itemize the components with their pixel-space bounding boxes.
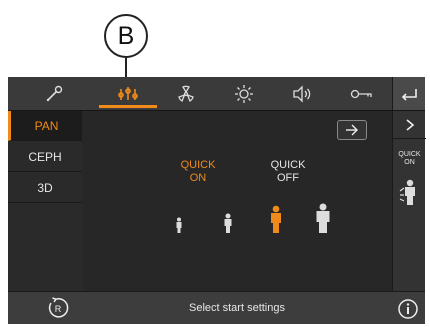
sidebar-item-label: 3D bbox=[37, 180, 53, 195]
tab-brightness[interactable] bbox=[215, 77, 273, 110]
tab-volume[interactable] bbox=[273, 77, 331, 110]
ready-r-icon: R bbox=[48, 297, 69, 318]
quick-on-line2: ON bbox=[189, 172, 207, 184]
tab-radiation[interactable] bbox=[157, 77, 215, 110]
quick-off-option[interactable]: QUICK OFF bbox=[258, 159, 318, 185]
patient-adult-status-icon bbox=[399, 179, 415, 205]
tab-tools[interactable] bbox=[8, 77, 99, 110]
sidebar-item-label: PAN bbox=[34, 118, 59, 133]
sidebar-item-3d[interactable]: 3D bbox=[8, 173, 82, 203]
callout-letter: B bbox=[117, 21, 135, 50]
wrench-icon bbox=[46, 85, 62, 101]
device-screen: PAN CEPH 3D QUICK ON QUICK OFF QUICK ON … bbox=[8, 77, 426, 324]
chevron-right-icon bbox=[405, 118, 414, 131]
brightness-icon bbox=[235, 84, 253, 103]
status-message: Select start settings bbox=[189, 302, 285, 314]
key-icon bbox=[350, 89, 372, 98]
back-button[interactable] bbox=[392, 77, 425, 110]
main-panel: QUICK ON QUICK OFF bbox=[82, 111, 392, 291]
patient-figure-child-icon[interactable] bbox=[223, 213, 233, 233]
forward-button[interactable] bbox=[337, 120, 367, 140]
right-quick-line2: ON bbox=[404, 159, 415, 166]
info-icon[interactable] bbox=[397, 298, 419, 320]
radiation-icon bbox=[178, 85, 194, 102]
quick-on-option[interactable]: QUICK ON bbox=[168, 159, 228, 185]
quick-on-line1: QUICK bbox=[180, 159, 216, 171]
sidebar-item-ceph[interactable]: CEPH bbox=[8, 142, 82, 172]
patient-positioning-icon bbox=[118, 86, 138, 100]
svg-text:R: R bbox=[55, 304, 62, 314]
forward-arrow-icon bbox=[346, 124, 358, 136]
quick-off-line1: QUICK bbox=[270, 159, 306, 171]
next-button[interactable] bbox=[393, 111, 426, 139]
patient-figure-child-small-icon[interactable] bbox=[175, 217, 183, 233]
patient-figure-large-adult-icon[interactable] bbox=[315, 203, 331, 233]
quick-on-indicator: QUICK ON bbox=[393, 151, 426, 167]
volume-icon bbox=[293, 84, 311, 103]
right-panel: QUICK ON bbox=[392, 111, 426, 291]
active-tab-indicator bbox=[99, 105, 157, 108]
return-arrow-icon bbox=[401, 88, 417, 101]
sidebar-item-label: CEPH bbox=[28, 149, 62, 164]
tab-key[interactable] bbox=[331, 77, 392, 110]
right-quick-line1: QUICK bbox=[398, 151, 421, 158]
bottom-bar: R Select start settings bbox=[8, 291, 425, 324]
top-tab-bar bbox=[8, 77, 425, 111]
callout-b: B bbox=[104, 14, 148, 58]
ready-button[interactable]: R bbox=[46, 296, 70, 320]
patient-figure-adult-icon[interactable] bbox=[269, 205, 283, 233]
quick-off-line2: OFF bbox=[277, 172, 299, 184]
sidebar-empty-area bbox=[8, 235, 82, 291]
sidebar-item-pan[interactable]: PAN bbox=[8, 111, 82, 141]
program-sidebar: PAN CEPH 3D bbox=[8, 111, 82, 291]
